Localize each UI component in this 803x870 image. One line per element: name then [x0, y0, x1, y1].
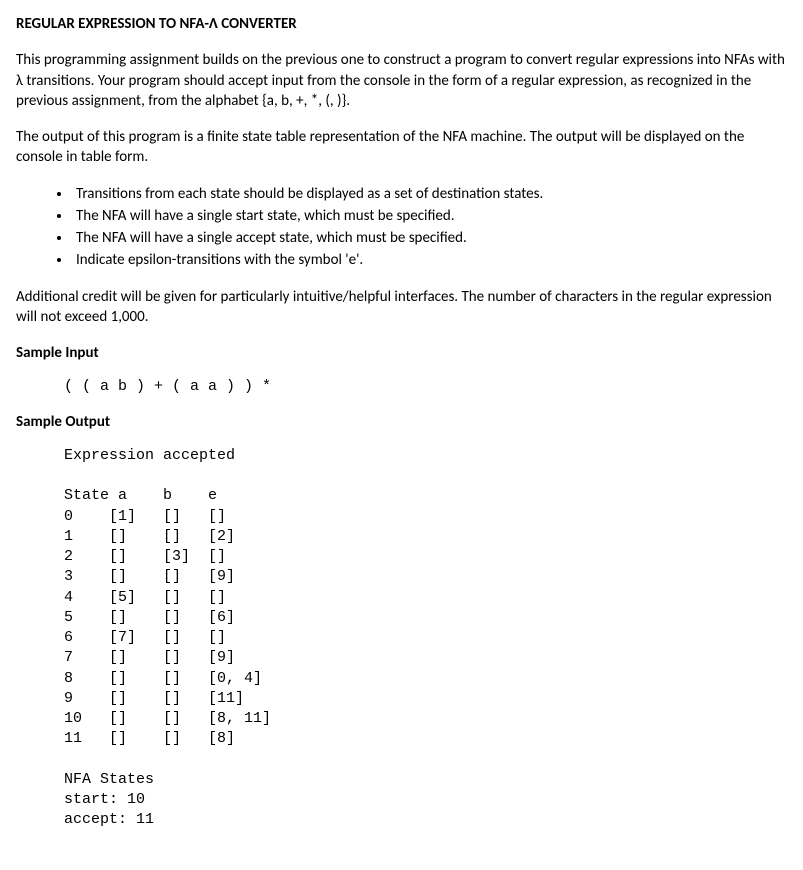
sample-input-code: ( ( a b ) + ( a a ) ) *	[64, 377, 787, 397]
list-item: The NFA will have a single start state, …	[72, 206, 787, 226]
requirements-list: Transitions from each state should be di…	[16, 184, 787, 271]
sample-output-code: Expression accepted State a b e 0 [1] []…	[64, 446, 787, 831]
list-item: Indicate epsilon-transitions with the sy…	[72, 250, 787, 270]
paragraph-credit: Additional credit will be given for part…	[16, 287, 787, 328]
page-title: REGULAR EXPRESSION TO NFA-Λ CONVERTER	[16, 14, 787, 34]
sample-input-heading: Sample Input	[16, 343, 787, 363]
sample-output-heading: Sample Output	[16, 412, 787, 432]
paragraph-intro-2: The output of this program is a finite s…	[16, 127, 787, 168]
list-item: The NFA will have a single accept state,…	[72, 228, 787, 248]
list-item: Transitions from each state should be di…	[72, 184, 787, 204]
paragraph-intro-1: This programming assignment builds on th…	[16, 50, 787, 111]
